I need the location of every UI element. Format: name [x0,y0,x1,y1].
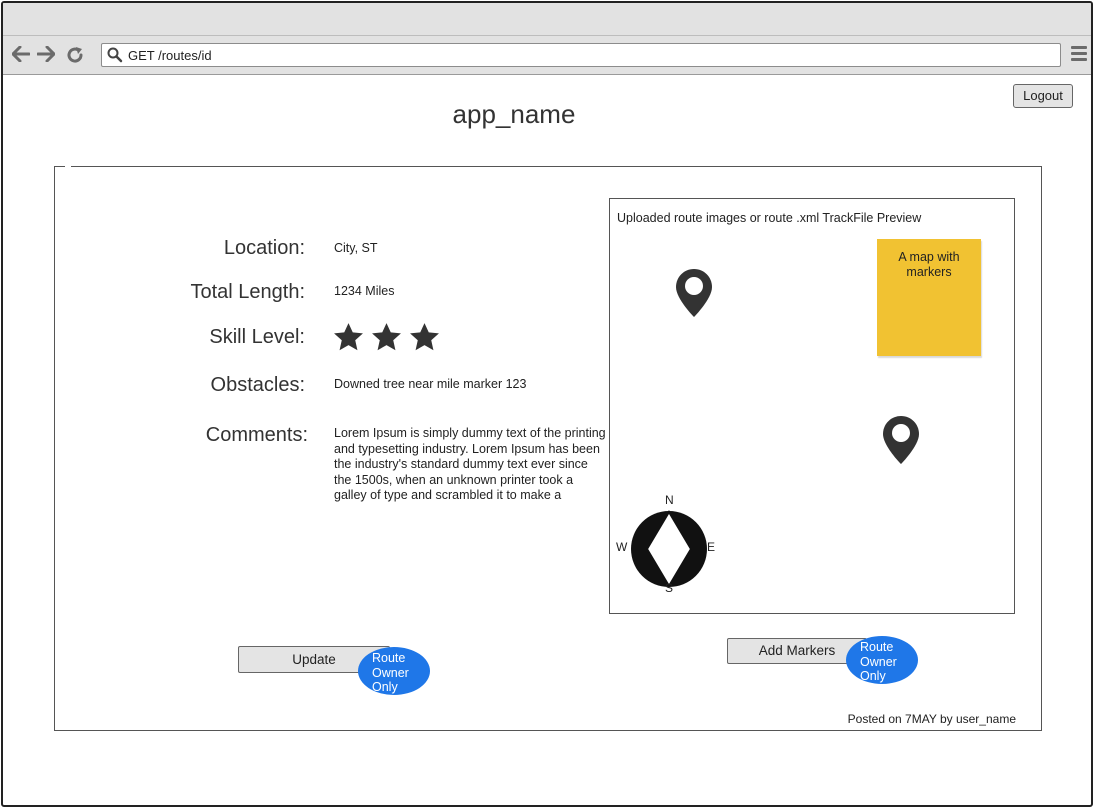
route-owner-only-badge: Route Owner Only [846,636,918,684]
browser-window: GET /routes/id app_name Logout Location:… [1,1,1093,807]
compass-south: S [665,581,674,595]
hamburger-menu-icon[interactable] [1071,46,1087,62]
comments-value: Lorem Ipsum is simply dummy text of the … [334,426,606,502]
forward-arrow-icon[interactable] [35,44,57,66]
compass-north: N [665,493,674,507]
route-preview-panel: Uploaded route images or route .xml Trac… [609,198,1015,614]
route-detail-card: Location: City, ST Total Length: 1234 Mi… [54,165,1042,731]
star-icon [410,323,439,351]
title-bar [3,3,1091,36]
map-pin-icon [883,416,919,464]
preview-title: Uploaded route images or route .xml Trac… [617,211,922,225]
logout-button[interactable]: Logout [1013,84,1073,108]
map-pin-icon [676,269,712,317]
posted-info: Posted on 7MAY by user_name [847,712,1016,726]
star-icon [372,323,401,351]
url-text: GET /routes/id [128,48,212,63]
route-owner-only-badge: Route Owner Only [358,647,430,695]
compass-rose: N S E W [615,493,717,597]
browser-toolbar: GET /routes/id [3,36,1091,75]
location-value: City, ST [334,241,378,255]
skill-level-rating [332,321,441,354]
obstacles-value: Downed tree near mile marker 123 [334,377,527,391]
sticky-note: A map with markers [877,239,981,356]
app-title: app_name [452,99,576,129]
search-icon [107,47,123,63]
total-length-label: Total Length: [190,281,305,303]
address-bar[interactable]: GET /routes/id [101,43,1061,67]
compass-east: E [707,540,716,554]
comments-label: Comments: [205,424,308,446]
reload-icon[interactable] [64,44,86,66]
back-arrow-icon[interactable] [10,44,32,66]
skill-level-label: Skill Level: [209,326,305,348]
compass-west: W [616,540,628,554]
location-label: Location: [223,237,305,259]
obstacles-label: Obstacles: [210,374,305,396]
total-length-value: 1234 Miles [334,284,395,298]
star-icon [334,323,363,351]
